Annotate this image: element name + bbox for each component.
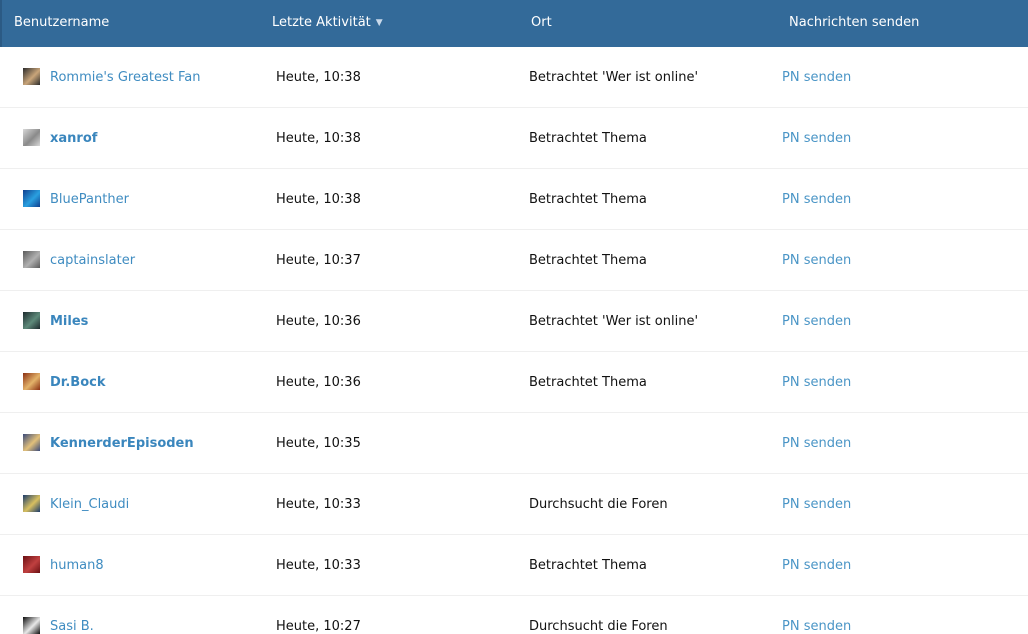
avatar[interactable] <box>23 556 40 573</box>
column-header-last-activity[interactable]: Letzte Aktivität ▼ <box>272 15 383 30</box>
last-activity-time: Heute, 10:38 <box>276 192 361 207</box>
location-text: Durchsucht die Foren <box>529 619 668 634</box>
table-body: Rommie's Greatest Fan Heute, 10:38 Betrach… <box>0 47 1028 634</box>
avatar[interactable] <box>23 495 40 512</box>
avatar[interactable] <box>23 617 40 634</box>
table-row: Sasi B. Heute, 10:27 Durchsucht die Foren P… <box>0 596 1028 634</box>
send-pm-link[interactable]: PN senden <box>782 436 851 452</box>
table-row: BluePanther Heute, 10:38 Betrachtet Thema P… <box>0 169 1028 230</box>
location-text: Betrachtet 'Wer ist online' <box>529 314 699 329</box>
last-activity-time: Heute, 10:36 <box>276 314 361 329</box>
table-row: human8 Heute, 10:33 Betrachtet Thema PN sen… <box>0 535 1028 596</box>
send-pm-link[interactable]: PN senden <box>782 314 851 330</box>
avatar[interactable] <box>23 312 40 329</box>
table-row: captainslater Heute, 10:37 Betrachtet Them… <box>0 230 1028 291</box>
location-text: Durchsucht die Foren <box>529 497 668 512</box>
username-link[interactable]: Klein_Claudi <box>50 497 129 513</box>
table-row: Dr.Bock Heute, 10:36 Betrachtet Thema PN se… <box>0 352 1028 413</box>
last-activity-time: Heute, 10:33 <box>276 558 361 573</box>
last-activity-time: Heute, 10:36 <box>276 375 361 390</box>
send-pm-link[interactable]: PN senden <box>782 253 851 269</box>
last-activity-time: Heute, 10:38 <box>276 70 361 85</box>
username-link[interactable]: Sasi B. <box>50 619 94 634</box>
location-text: Betrachtet 'Wer ist online' <box>529 70 699 85</box>
column-header-last-activity-label: Letzte Aktivität <box>272 15 371 30</box>
location-text: Betrachtet Thema <box>529 131 647 146</box>
location-text: Betrachtet Thema <box>529 192 647 207</box>
last-activity-time: Heute, 10:37 <box>276 253 361 268</box>
location-text: Betrachtet Thema <box>529 253 647 268</box>
send-pm-link[interactable]: PN senden <box>782 375 851 391</box>
username-link[interactable]: Miles <box>50 314 88 330</box>
table-row: Rommie's Greatest Fan Heute, 10:38 Betrach… <box>0 47 1028 108</box>
table-row: xanrof Heute, 10:38 Betrachtet Thema PN sen… <box>0 108 1028 169</box>
online-users-table: Benutzername Letzte Aktivität ▼ Ort Nachr… <box>0 0 1028 634</box>
username-link[interactable]: xanrof <box>50 131 97 147</box>
table-header: Benutzername Letzte Aktivität ▼ Ort Nachr… <box>0 0 1028 47</box>
username-link[interactable]: Rommie's Greatest Fan <box>50 70 201 86</box>
location-text: Betrachtet Thema <box>529 558 647 573</box>
table-row: Klein_Claudi Heute, 10:33 Durchsucht die F… <box>0 474 1028 535</box>
column-header-username[interactable]: Benutzername <box>14 15 109 30</box>
username-link[interactable]: KennerderEpisoden <box>50 436 194 452</box>
send-pm-link[interactable]: PN senden <box>782 192 851 208</box>
last-activity-time: Heute, 10:35 <box>276 436 361 451</box>
column-header-location[interactable]: Ort <box>531 15 552 30</box>
table-row: KennerderEpisoden Heute, 10:35 PN senden <box>0 413 1028 474</box>
send-pm-link[interactable]: PN senden <box>782 131 851 147</box>
last-activity-time: Heute, 10:33 <box>276 497 361 512</box>
send-pm-link[interactable]: PN senden <box>782 558 851 574</box>
column-header-send-messages: Nachrichten senden <box>789 15 920 30</box>
last-activity-time: Heute, 10:38 <box>276 131 361 146</box>
avatar[interactable] <box>23 434 40 451</box>
last-activity-time: Heute, 10:27 <box>276 619 361 634</box>
send-pm-link[interactable]: PN senden <box>782 619 851 634</box>
username-link[interactable]: BluePanther <box>50 192 129 208</box>
location-text: Betrachtet Thema <box>529 375 647 390</box>
send-pm-link[interactable]: PN senden <box>782 70 851 86</box>
table-row: Miles Heute, 10:36 Betrachtet 'Wer ist onl… <box>0 291 1028 352</box>
sort-desc-icon[interactable]: ▼ <box>376 18 383 28</box>
username-link[interactable]: human8 <box>50 558 104 574</box>
avatar[interactable] <box>23 190 40 207</box>
avatar[interactable] <box>23 373 40 390</box>
avatar[interactable] <box>23 129 40 146</box>
username-link[interactable]: captainslater <box>50 253 135 269</box>
send-pm-link[interactable]: PN senden <box>782 497 851 513</box>
avatar[interactable] <box>23 68 40 85</box>
avatar[interactable] <box>23 251 40 268</box>
username-link[interactable]: Dr.Bock <box>50 375 105 391</box>
